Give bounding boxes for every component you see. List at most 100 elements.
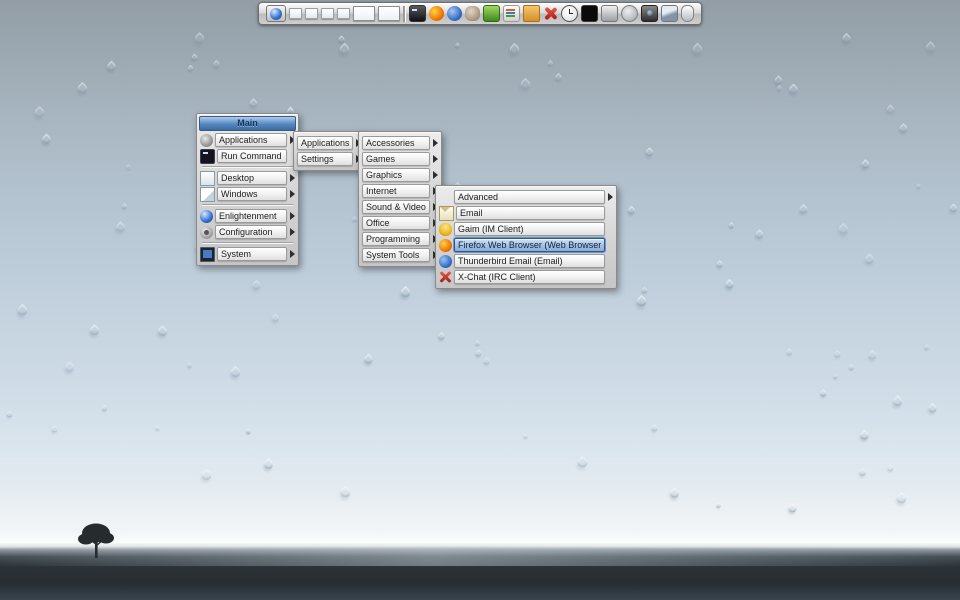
menu-item-label: Applications [219,135,268,145]
enlightenment-icon [200,210,213,223]
menu-item-thunderbird-email-email[interactable]: Thunderbird Email (Email) [439,254,613,268]
submenu-arrow-icon [290,228,295,236]
clock-icon[interactable] [561,5,578,22]
menu-item-label: Run Command [221,151,282,161]
menu-item-label: Internet [366,186,397,196]
menu-item-email[interactable]: Email [439,206,613,220]
menu-item-desktop[interactable]: Desktop [200,171,295,185]
email-icon [439,206,454,221]
menu-item-internet[interactable]: Internet [362,184,438,198]
x-chat-icon[interactable] [543,6,558,21]
menu-separator [202,242,293,244]
menu-item-graphics[interactable]: Graphics [362,168,438,182]
menu-item-button[interactable]: System [217,247,287,261]
desktop-preview-2-icon[interactable] [378,6,400,21]
menu-item-system[interactable]: System [200,247,295,261]
submenu-arrow-icon [433,155,438,163]
menu-item-button[interactable]: System Tools [362,248,430,262]
window-thumb-3-icon[interactable] [321,8,334,19]
menu-item-button[interactable]: Applications [215,133,287,147]
terminal-icon[interactable] [409,5,426,22]
menu-item-label: Applications [301,138,349,148]
menu-item-label: Graphics [366,170,402,180]
menu-item-button[interactable]: Enlightenment [215,209,287,223]
menu-item-button[interactable]: Applications [297,136,353,150]
menu-item-button[interactable]: Gaim (IM Client) [454,222,605,236]
menu-item-button[interactable]: Accessories [362,136,430,150]
menu-item-button[interactable]: Windows [217,187,287,201]
menu-item-button[interactable]: Thunderbird Email (Email) [454,254,605,268]
mouse-settings-icon[interactable] [681,5,694,22]
menu-item-games[interactable]: Games [362,152,438,166]
photo-viewer-icon[interactable] [601,5,618,22]
firefox-icon[interactable] [429,6,444,21]
menu-item-label: System [221,249,251,259]
applications-icon [200,134,213,147]
menu-item-gaim-im-client[interactable]: Gaim (IM Client) [439,222,613,236]
menu-item-button[interactable]: Graphics [362,168,430,182]
menu-item-label: Games [366,154,395,164]
folder-icon[interactable] [523,5,540,22]
run-icon [200,149,215,164]
main-menu: MainApplicationsRun CommandDesktopWindow… [196,113,299,266]
menu-item-button[interactable]: Office [362,216,430,230]
menu-separator [202,166,293,168]
menu-item-advanced[interactable]: Advanced [439,190,613,204]
window-thumb-1-icon[interactable] [289,8,302,19]
menu-item-system-tools[interactable]: System Tools [362,248,438,262]
camera-icon[interactable] [641,5,658,22]
submenu-arrow-icon [290,250,295,258]
menu-item-button[interactable]: X-Chat (IRC Client) [454,270,605,284]
desktop-preview-1-icon[interactable] [353,6,375,21]
window-thumb-4-icon[interactable] [337,8,350,19]
menu-item-button[interactable]: Sound & Video [362,200,430,214]
menu-item-enlightenment[interactable]: Enlightenment [200,209,295,223]
menu-item-run-command[interactable]: Run Command [200,149,295,163]
configuration-icon [200,226,213,239]
menu-item-button[interactable]: Games [362,152,430,166]
menu-item-applications[interactable]: Applications [200,133,295,147]
menu-item-button[interactable]: Settings [297,152,353,166]
menu-item-button[interactable]: Run Command [217,149,287,163]
menu-item-button[interactable]: Firefox Web Browser (Web Browser) [454,238,605,252]
menu-item-button[interactable]: Configuration [215,225,287,239]
menu-item-label: Windows [221,189,258,199]
desktop-wallpaper-sky [0,0,960,600]
horizon-haze [0,548,960,566]
menu-item-sound-video[interactable]: Sound & Video [362,200,438,214]
menu-item-office[interactable]: Office [362,216,438,230]
display-icon[interactable] [581,5,598,22]
menu-item-configuration[interactable]: Configuration [200,225,295,239]
menu-item-button[interactable]: Advanced [454,190,605,204]
firefox-icon [439,239,452,252]
top-panel [258,2,702,25]
submenu-arrow-icon [433,171,438,179]
menu-item-windows[interactable]: Windows [200,187,295,201]
menu-item-label: Sound & Video [366,202,426,212]
gimp-icon[interactable] [465,6,480,21]
package-manager-icon[interactable] [483,5,500,22]
window-thumb-2-icon[interactable] [305,8,318,19]
menu-item-label: Desktop [221,173,254,183]
menu-item-programming[interactable]: Programming [362,232,438,246]
enlightenment-start-icon[interactable] [266,5,286,22]
thunderbird-icon [439,255,452,268]
menu-item-button[interactable]: Internet [362,184,430,198]
menu-separator [202,204,293,206]
tree-silhouette [62,514,134,566]
menu-item-label: X-Chat (IRC Client) [458,272,536,282]
eagle-app-icon[interactable] [661,5,678,22]
submenu-arrow-icon [433,139,438,147]
menu-item-label: Email [460,208,483,218]
screenshot-tool-icon[interactable] [621,5,638,22]
menu-item-firefox-web-browser-web-browser[interactable]: Firefox Web Browser (Web Browser) [439,238,613,252]
menu-item-x-chat-irc-client[interactable]: X-Chat (IRC Client) [439,270,613,284]
menu-item-button[interactable]: Desktop [217,171,287,185]
menu-item-button[interactable]: Programming [362,232,430,246]
menu-item-accessories[interactable]: Accessories [362,136,438,150]
menu-item-button[interactable]: Email [456,206,605,220]
web-globe-icon[interactable] [447,6,462,21]
file-manager-icon[interactable] [503,5,520,22]
menu-item-applications[interactable]: Applications [297,136,361,150]
menu-item-settings[interactable]: Settings [297,152,361,166]
